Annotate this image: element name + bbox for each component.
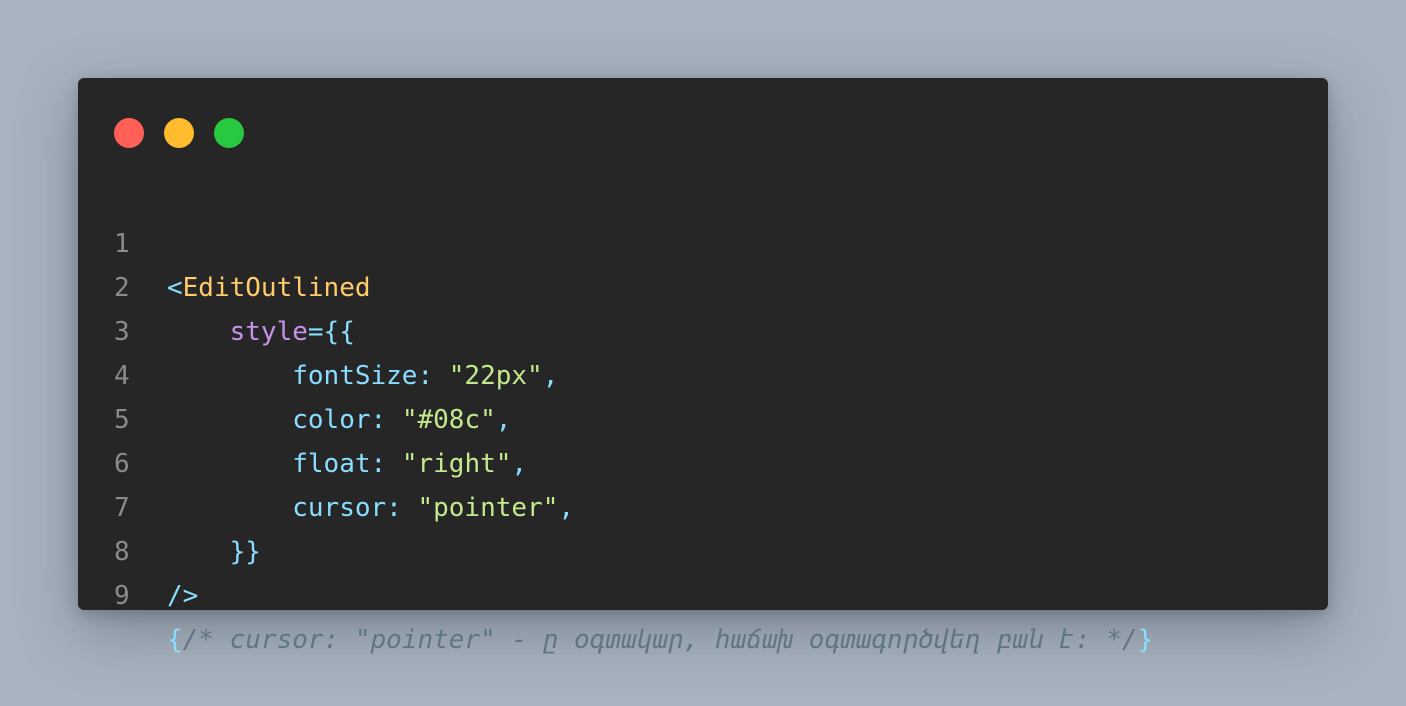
code-comment: /* cursor: "pointer" - ը օգտակար, հաճախ …: [182, 625, 1138, 655]
property-value: "22px": [448, 361, 543, 391]
line-number: 9: [114, 581, 130, 611]
minimize-dot-icon[interactable]: [164, 118, 194, 148]
code-line-9: 9 {/* cursor: "pointer" - ը օգտակար, հաճ…: [78, 530, 1153, 655]
code-line-4: 4 color: "#08c",: [78, 310, 511, 435]
maximize-dot-icon[interactable]: [214, 118, 244, 148]
property-key: fontSize: [292, 361, 418, 391]
code-line-7: 7 }}: [78, 442, 261, 567]
jsx-expression-open: {: [167, 625, 183, 655]
property-value: "pointer": [417, 493, 559, 523]
code-line-8: 8 />: [78, 486, 198, 611]
property-value: "#08c": [401, 405, 496, 435]
attribute-name: style: [229, 317, 308, 347]
code-line-2: 2 style={{: [78, 222, 355, 347]
property-key: cursor: [292, 493, 387, 523]
property-key: float: [292, 449, 371, 479]
jsx-expression-close: }: [1137, 625, 1154, 655]
code-line-1: 1 <EditOutlined: [78, 178, 371, 303]
code-line-3: 3 fontSize: "22px",: [78, 266, 558, 391]
close-dot-icon[interactable]: [114, 118, 144, 148]
property-key: color: [292, 405, 371, 435]
attribute-close: }}: [229, 537, 261, 567]
code-line-6: 6 cursor: "pointer",: [78, 398, 574, 523]
code-window: 1 <EditOutlined 2 style={{ 3 fontSize: "…: [78, 78, 1328, 655]
property-value: "right": [401, 449, 512, 479]
component-name: EditOutlined: [182, 273, 371, 303]
attribute-open: ={{: [307, 317, 355, 347]
code-line-5: 5 float: "right",: [78, 354, 527, 479]
